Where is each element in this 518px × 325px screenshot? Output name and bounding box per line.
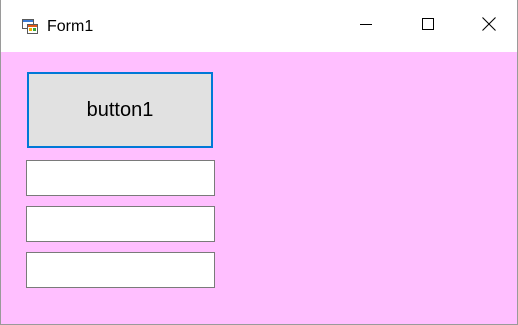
window-title: Form1 bbox=[47, 18, 94, 35]
minimize-icon bbox=[359, 17, 373, 36]
textbox-2[interactable] bbox=[26, 206, 215, 242]
textbox-1[interactable] bbox=[26, 160, 215, 196]
title-bar[interactable]: Form1 bbox=[1, 0, 517, 52]
form-client-area: button1 bbox=[1, 52, 517, 324]
maximize-icon bbox=[421, 17, 435, 36]
maximize-button[interactable] bbox=[398, 0, 458, 52]
app-icon[interactable] bbox=[22, 19, 38, 35]
textbox-3[interactable] bbox=[26, 252, 215, 288]
form1-window: Form1 button1 bbox=[0, 0, 518, 325]
button1[interactable]: button1 bbox=[27, 72, 213, 148]
minimize-button[interactable] bbox=[336, 0, 396, 52]
close-icon bbox=[481, 16, 497, 37]
close-button[interactable] bbox=[460, 0, 517, 52]
